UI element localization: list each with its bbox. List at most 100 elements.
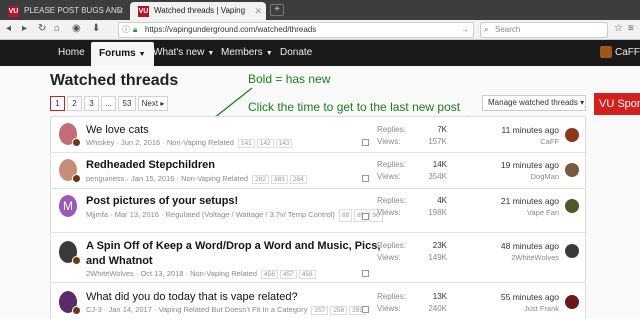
last-poster-avatar[interactable] bbox=[565, 199, 579, 213]
thread-page-link[interactable]: 458 bbox=[298, 270, 316, 279]
thread-forum[interactable]: Non-Vaping Related bbox=[181, 174, 248, 183]
thread-date[interactable]: Jan 14, 2017 bbox=[109, 305, 152, 314]
extension-icon[interactable]: ◉ bbox=[72, 23, 81, 34]
thread-author[interactable]: Whiskey bbox=[86, 138, 114, 147]
page-link[interactable]: 53 bbox=[118, 96, 136, 111]
thread-page-link[interactable]: 88 bbox=[338, 209, 353, 222]
last-poster-avatar[interactable] bbox=[565, 244, 579, 258]
thread-page-link[interactable]: 141 bbox=[237, 139, 255, 148]
select-checkbox[interactable] bbox=[362, 270, 369, 277]
thread-row[interactable]: A Spin Off of Keep a Word/Drop a Word an… bbox=[51, 233, 585, 283]
thread-title[interactable]: What did you do today that is vape relat… bbox=[86, 290, 376, 305]
last-post-time[interactable]: 21 minutes ago bbox=[461, 196, 559, 206]
thread-forum[interactable]: Regulated (Voltage / Wattage / 3.7v/ Tem… bbox=[166, 210, 335, 219]
nav-whats-new[interactable]: What's new ▼ bbox=[153, 40, 214, 66]
thread-date[interactable]: Jun 2, 2016 bbox=[121, 138, 160, 147]
thread-page-link[interactable]: 284 bbox=[289, 175, 307, 184]
next-button[interactable]: Next ▸ bbox=[138, 96, 168, 111]
avatar[interactable]: M bbox=[59, 195, 77, 217]
thread-author[interactable]: Mjjmfa bbox=[86, 210, 108, 219]
back-icon[interactable]: ◂ bbox=[6, 23, 11, 34]
bookmark-icon[interactable]: ☆ bbox=[614, 23, 623, 34]
close-tab-icon[interactable]: ✕ bbox=[254, 2, 262, 20]
nav-forums[interactable]: Forums ▼ bbox=[91, 42, 154, 66]
thread-date[interactable]: Jan 15, 2016 bbox=[131, 174, 174, 183]
home-icon[interactable]: ⌂ bbox=[54, 23, 60, 34]
thread-author[interactable]: penguiness bbox=[86, 174, 124, 183]
thread-row[interactable]: M Post pictures of your setups! Mjjmfa ·… bbox=[51, 189, 585, 233]
thread-title[interactable]: We love cats bbox=[86, 123, 376, 138]
last-poster-avatar[interactable] bbox=[565, 295, 579, 309]
nav-donate[interactable]: Donate bbox=[280, 40, 312, 66]
address-bar[interactable]: ⓘ 🔒︎ https://vapingunderground.com/watch… bbox=[118, 22, 474, 38]
page-ellipsis[interactable]: ... bbox=[101, 96, 116, 111]
search-input[interactable]: ⌕ Search bbox=[480, 22, 608, 38]
last-poster[interactable]: Vape Fan bbox=[461, 208, 559, 217]
avatar-badge bbox=[72, 138, 81, 147]
thread-page-link[interactable]: 456 bbox=[261, 270, 278, 279]
thread-author[interactable]: 2WhiteWolves bbox=[86, 269, 134, 278]
thread-page-link[interactable]: 143 bbox=[275, 139, 293, 148]
go-arrow-icon[interactable]: → bbox=[461, 23, 469, 37]
manage-watched-button[interactable]: Manage watched threads ▾ bbox=[482, 95, 586, 111]
thread-row[interactable]: What did you do today that is vape relat… bbox=[51, 283, 585, 319]
thread-forum[interactable]: Non-Vaping Related bbox=[167, 138, 234, 147]
thread-row[interactable]: Redheaded Stepchildren penguiness · Jan … bbox=[51, 153, 585, 189]
thread-page-link[interactable]: 142 bbox=[256, 139, 274, 148]
select-checkbox[interactable] bbox=[362, 306, 369, 313]
avatar[interactable] bbox=[59, 159, 81, 183]
forward-icon[interactable]: ▸ bbox=[22, 23, 27, 34]
info-icon[interactable]: ⓘ bbox=[122, 23, 130, 37]
close-tab-icon[interactable]: ✕ bbox=[116, 2, 124, 20]
page-link[interactable]: 2 bbox=[67, 96, 82, 111]
browser-tab[interactable]: VU PLEASE POST BUGS AND ✕ bbox=[0, 2, 128, 20]
avatar[interactable] bbox=[59, 291, 81, 315]
browser-tab-active[interactable]: VU Watched threads | Vaping ✕ bbox=[130, 2, 266, 20]
nav-home[interactable]: Home bbox=[58, 40, 85, 66]
thread-page-link[interactable]: 283 bbox=[270, 175, 288, 184]
reload-icon[interactable]: ↻ bbox=[38, 23, 46, 34]
thread-author[interactable]: CJ-3 bbox=[86, 305, 102, 314]
last-poster[interactable]: DogMan bbox=[461, 172, 559, 181]
avatar[interactable] bbox=[59, 241, 81, 265]
last-post-time[interactable]: 11 minutes ago bbox=[461, 125, 560, 135]
thread-forum[interactable]: Non-Vaping Related bbox=[190, 269, 257, 278]
last-post-time[interactable]: 48 minutes ago bbox=[461, 241, 559, 251]
nav-whats-new-label: What's new bbox=[153, 47, 205, 58]
page-link[interactable]: 1 bbox=[50, 96, 65, 111]
last-post-time[interactable]: 55 minutes ago bbox=[461, 292, 559, 302]
chevron-down-icon[interactable]: ▼ bbox=[139, 51, 146, 58]
select-checkbox[interactable] bbox=[362, 175, 369, 182]
page-link[interactable]: 3 bbox=[84, 96, 99, 111]
select-checkbox[interactable] bbox=[362, 139, 369, 146]
last-poster[interactable]: 2WhiteWolves bbox=[461, 253, 559, 262]
thread-row[interactable]: We love cats Whiskey · Jun 2, 2016 · Non… bbox=[51, 117, 585, 153]
avatar-badge bbox=[72, 256, 81, 265]
last-poster-avatar[interactable] bbox=[565, 163, 579, 177]
chevron-down-icon[interactable]: ▼ bbox=[207, 50, 214, 57]
thread-page-link[interactable]: 257 bbox=[311, 306, 329, 315]
new-tab-button[interactable]: + bbox=[270, 4, 284, 16]
last-poster[interactable]: CaFF bbox=[461, 137, 559, 146]
username[interactable]: CaFF bbox=[615, 47, 640, 58]
thread-page-link[interactable]: 258 bbox=[330, 306, 348, 315]
last-poster-avatar[interactable] bbox=[565, 128, 579, 142]
thread-page-link[interactable]: 457 bbox=[279, 270, 297, 279]
thread-date[interactable]: Oct 13, 2018 bbox=[140, 269, 183, 278]
thread-title[interactable]: A Spin Off of Keep a Word/Drop a Word an… bbox=[86, 239, 386, 269]
thread-title[interactable]: Post pictures of your setups! bbox=[86, 194, 376, 209]
sponsors-banner[interactable]: VU Sponsors bbox=[594, 93, 640, 115]
avatar[interactable] bbox=[59, 123, 81, 147]
chevron-down-icon[interactable]: ▼ bbox=[266, 50, 273, 57]
menu-icon[interactable]: ≡ bbox=[628, 23, 634, 34]
thread-title[interactable]: Redheaded Stepchildren bbox=[86, 158, 376, 173]
nav-members[interactable]: Members ▼ bbox=[221, 40, 273, 66]
download-icon[interactable]: ⬇ bbox=[92, 23, 100, 34]
thread-date[interactable]: Mar 13, 2016 bbox=[115, 210, 159, 219]
thread-page-link[interactable]: 282 bbox=[252, 175, 269, 184]
user-avatar[interactable] bbox=[600, 46, 612, 58]
last-post-time[interactable]: 19 minutes ago bbox=[461, 160, 559, 170]
last-poster[interactable]: Just Frank bbox=[461, 304, 559, 313]
thread-forum[interactable]: Vaping Related But Doesn't Fit In a Cate… bbox=[159, 305, 308, 314]
select-checkbox[interactable] bbox=[362, 213, 369, 220]
